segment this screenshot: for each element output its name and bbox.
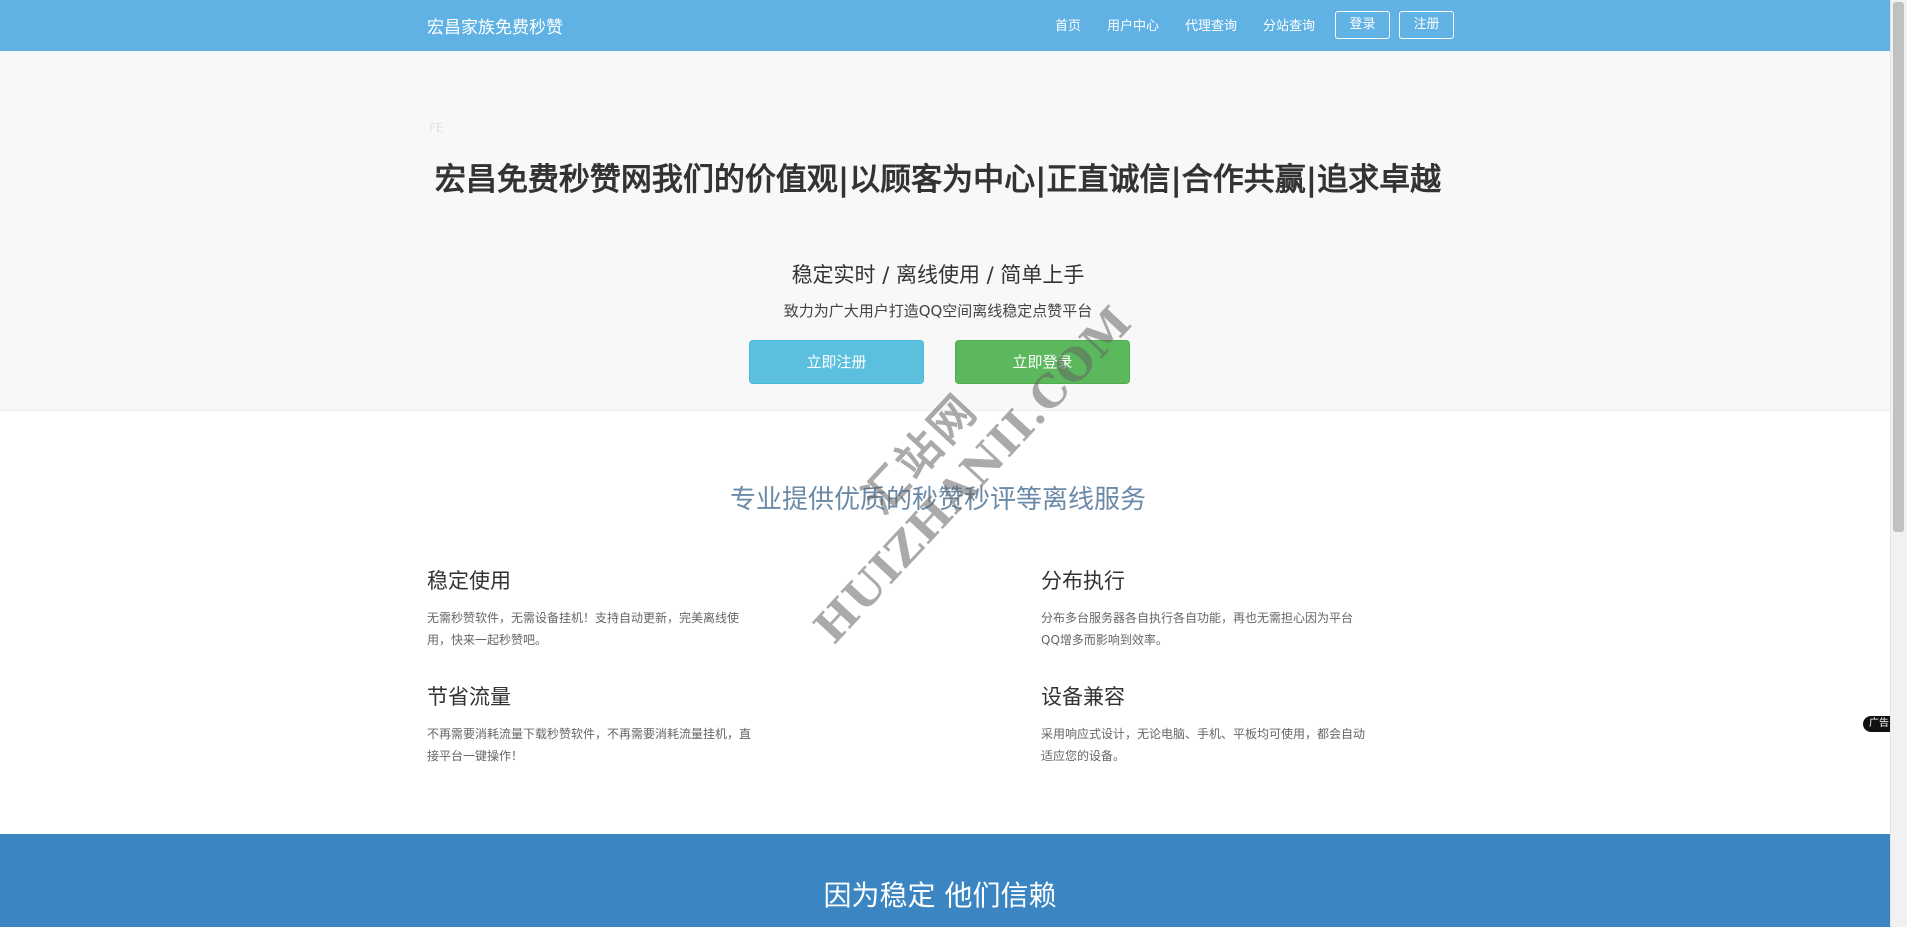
nav-link-substation-query[interactable]: 分站查询 — [1263, 15, 1315, 34]
feature-distributed: 分布执行 分布多台服务器各自执行各自功能，再也无需担心因为平台QQ增多而影响到效… — [1041, 565, 1371, 651]
feature-title: 分布执行 — [1041, 569, 1125, 593]
nav-login-button[interactable]: 登录 — [1335, 11, 1390, 39]
nav-link-home[interactable]: 首页 — [1055, 15, 1081, 34]
feature-stable: 稳定使用 无需秒赞软件，无需设备挂机！支持自动更新，完美离线使用，快来一起秒赞吧… — [427, 565, 757, 651]
register-now-button[interactable]: 立即注册 — [749, 340, 924, 384]
nav-links: 首页 用户中心 代理查询 分站查询 — [1055, 15, 1341, 34]
feature-description: 采用响应式设计，无论电脑、手机、平板均可使用，都会自动适应您的设备。 — [1041, 727, 1366, 763]
nav-link-user-center[interactable]: 用户中心 — [1107, 15, 1159, 34]
hero-description: 致力为广大用户打造QQ空间离线稳定点赞平台 — [783, 302, 1093, 320]
scrollbar-thumb[interactable] — [1893, 2, 1904, 532]
services-heading: 专业提供优质的秒赞秒评等离线服务 — [729, 485, 1146, 515]
feature-title: 设备兼容 — [1041, 685, 1125, 709]
feature-save-traffic: 节省流量 不再需要消耗流量下载秒赞软件，不再需要消耗流量挂机，直接平台一键操作！ — [427, 681, 757, 767]
hero-section: FE 宏昌免费秒赞网我们的价值观|以顾客为中心|正直诚信|合作共赢|追求卓越 稳… — [0, 51, 1890, 411]
site-brand[interactable]: 宏昌家族免费秒赞 — [427, 13, 563, 38]
login-now-button[interactable]: 立即登录 — [955, 340, 1130, 384]
feature-description: 不再需要消耗流量下载秒赞软件，不再需要消耗流量挂机，直接平台一键操作！ — [427, 727, 752, 763]
trust-heading: 因为稳定 他们信赖 — [823, 879, 1057, 912]
hero-title: 宏昌免费秒赞网我们的价值观|以顾客为中心|正直诚信|合作共赢|追求卓越 — [434, 162, 1442, 198]
feature-title: 节省流量 — [427, 685, 511, 709]
page-scrollbar[interactable] — [1890, 0, 1907, 927]
feature-title: 稳定使用 — [427, 569, 511, 593]
feature-compatibility: 设备兼容 采用响应式设计，无论电脑、手机、平板均可使用，都会自动适应您的设备。 — [1041, 681, 1371, 767]
feature-description: 无需秒赞软件，无需设备挂机！支持自动更新，完美离线使用，快来一起秒赞吧。 — [427, 611, 740, 647]
trust-section: 因为稳定 他们信赖 — [0, 834, 1890, 927]
nav-register-button[interactable]: 注册 — [1399, 11, 1454, 39]
nav-link-agent-query[interactable]: 代理查询 — [1185, 15, 1237, 34]
feature-description: 分布多台服务器各自执行各自功能，再也无需担心因为平台QQ增多而影响到效率。 — [1041, 611, 1354, 647]
top-navbar: 宏昌家族免费秒赞 首页 用户中心 代理查询 分站查询 登录 注册 — [0, 0, 1890, 51]
hero-subtitle: 稳定实时 / 离线使用 / 简单上手 — [791, 263, 1085, 287]
hero-corner-mark: FE — [429, 121, 444, 135]
